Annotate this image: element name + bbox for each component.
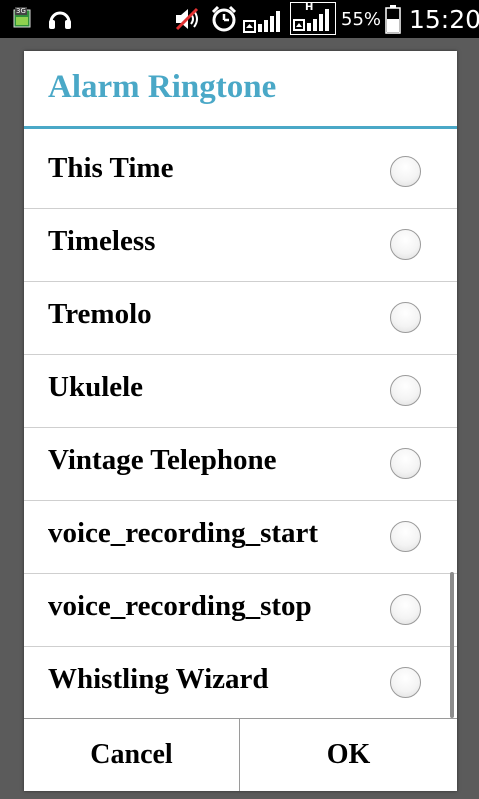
radio-button[interactable] — [390, 667, 421, 698]
radio-button[interactable] — [390, 229, 421, 260]
list-item-label: Whistling Wizard — [48, 663, 269, 695]
dialog-button-bar: Cancel OK — [24, 718, 457, 791]
radio-button[interactable] — [390, 594, 421, 625]
alarm-icon — [210, 5, 238, 38]
radio-button[interactable] — [390, 156, 421, 187]
ok-button[interactable]: OK — [240, 719, 457, 791]
radio-button[interactable] — [390, 521, 421, 552]
list-item-ukulele[interactable]: Ukulele — [24, 355, 457, 428]
network-badge: 3G — [15, 7, 27, 15]
list-item-voice-recording-start[interactable]: voice_recording_start — [24, 501, 457, 574]
cancel-button[interactable]: Cancel — [24, 719, 240, 791]
radio-button[interactable] — [390, 302, 421, 333]
dialog-title: Alarm Ringtone — [48, 69, 277, 105]
list-item-label: voice_recording_stop — [48, 590, 312, 622]
list-item-label: Vintage Telephone — [48, 444, 277, 476]
list-item-label: This Time — [48, 152, 174, 184]
list-item-voice-recording-stop[interactable]: voice_recording_stop — [24, 574, 457, 647]
headphones-icon — [47, 6, 73, 37]
list-item-label: voice_recording_start — [48, 517, 319, 549]
list-item-label: Timeless — [48, 225, 156, 257]
radio-button[interactable] — [390, 375, 421, 406]
list-item-tremolo[interactable]: Tremolo — [24, 282, 457, 355]
signal-icon — [243, 6, 285, 39]
list-scrollbar[interactable] — [450, 572, 454, 718]
list-item-whistling-wizard[interactable]: Whistling Wizard — [24, 647, 457, 718]
ringtone-dialog: Alarm Ringtone This Time Timeless Tremol… — [24, 51, 457, 791]
list-item-this-time[interactable]: This Time — [24, 136, 457, 209]
list-item-label: Tremolo — [48, 298, 152, 330]
list-item-timeless[interactable]: Timeless — [24, 209, 457, 282]
battery-percent: 55% — [341, 9, 382, 30]
data-signal-icon: H — [290, 2, 336, 35]
status-bar: 3G H 55% 15:20 — [0, 0, 479, 38]
battery-icon — [384, 4, 402, 39]
list-item-vintage-telephone[interactable]: Vintage Telephone — [24, 428, 457, 501]
clock-time: 15:20 — [409, 5, 479, 34]
muted-volume-icon — [173, 7, 203, 36]
notification-icon: 3G — [13, 7, 31, 29]
title-divider — [24, 126, 457, 129]
radio-button[interactable] — [390, 448, 421, 479]
ringtone-list[interactable]: This Time Timeless Tremolo Ukulele Vinta… — [24, 136, 457, 718]
list-item-label: Ukulele — [48, 371, 144, 403]
